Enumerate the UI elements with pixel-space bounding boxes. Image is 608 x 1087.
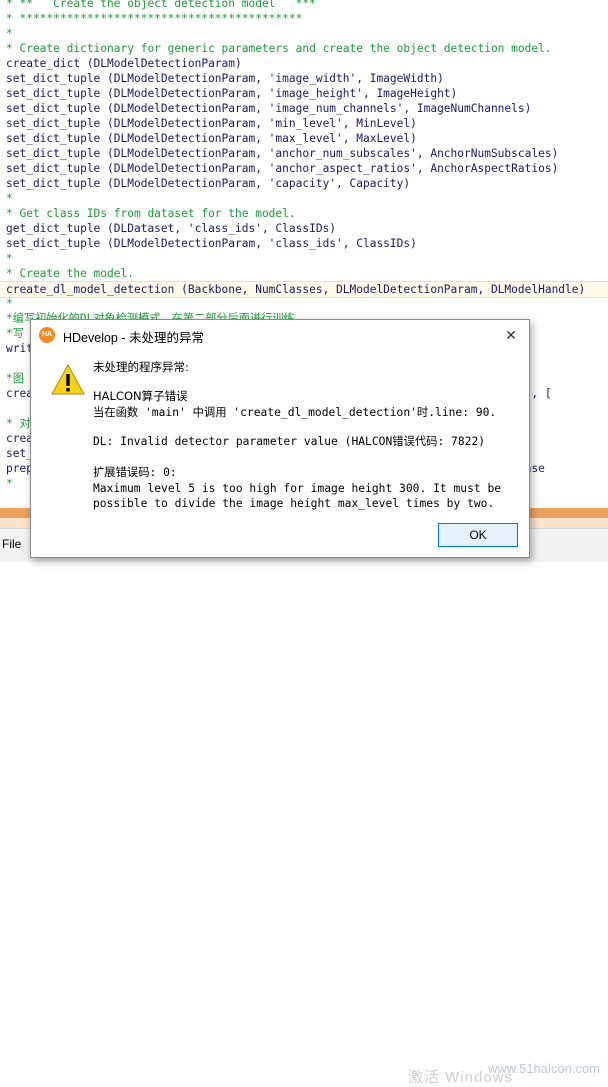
extended-message-line-1: Maximum level 5 is too high for image he…: [93, 482, 502, 495]
code-line: * Create dictionary for generic paramete…: [6, 42, 552, 55]
extended-message-line-2: possible to divide the image height max_…: [93, 497, 495, 510]
code-line: *: [6, 27, 13, 40]
code-line: set_dict_tuple (DLModelDetectionParam, '…: [6, 147, 559, 160]
site-watermark: www.51halcon.com: [488, 1061, 600, 1076]
warning-icon: [51, 364, 85, 395]
code-line: * **************************************…: [6, 12, 303, 25]
error-title: HALCON算子错误: [93, 389, 188, 403]
code-line: create_dl_model_detection (Backbone, Num…: [0, 281, 608, 298]
code-line: create_dict (DLModelDetectionParam): [6, 57, 242, 70]
ok-button[interactable]: OK: [438, 523, 518, 547]
dialog-heading: 未处理的程序异常:: [93, 360, 189, 374]
code-line: set_dict_tuple (DLModelDetectionParam, '…: [6, 237, 417, 250]
code-line: set_dict_tuple (DLModelDetectionParam, '…: [6, 177, 411, 190]
code-line: * ** Create the object detection model *…: [6, 0, 316, 10]
code-line: set_dict_tuple (DLModelDetectionParam, '…: [6, 72, 444, 85]
code-line: set_dict_tuple (DLModelDetectionParam, '…: [6, 132, 417, 145]
code-line: *: [6, 192, 13, 205]
code-line: set_: [6, 447, 33, 460]
code-line: * Create the model.: [6, 267, 134, 280]
code-line: writ: [6, 342, 33, 355]
error-location: 当在函数 'main' 中调用 'create_dl_model_detecti…: [93, 406, 497, 419]
close-button[interactable]: ✕: [493, 320, 529, 350]
code-line: *: [6, 252, 13, 265]
code-line: *图: [6, 372, 24, 385]
code-line: get_dict_tuple (DLDataset, 'class_ids', …: [6, 222, 337, 235]
code-line: *写: [6, 327, 24, 340]
code-line: * 对: [6, 417, 31, 430]
menu-item-file[interactable]: File: [2, 537, 21, 551]
code-line: crea: [6, 432, 33, 445]
hdevelop-logo-icon: HA: [39, 327, 55, 343]
code-line: *: [6, 477, 13, 490]
dialog-titlebar[interactable]: HA HDevelop - 未处理的异常 ✕: [31, 320, 529, 350]
error-detail: DL: Invalid detector parameter value (HA…: [93, 435, 486, 448]
code-line: set_dict_tuple (DLModelDetectionParam, '…: [6, 162, 559, 175]
exception-dialog: HA HDevelop - 未处理的异常 ✕ 未处理的程序异常: HALCON算…: [30, 319, 530, 558]
code-line: *: [6, 297, 13, 310]
code-line: set_dict_tuple (DLModelDetectionParam, '…: [6, 117, 417, 130]
dialog-title: HDevelop - 未处理的异常: [63, 331, 204, 345]
code-line: set_dict_tuple (DLModelDetectionParam, '…: [6, 87, 458, 100]
extended-code: 扩展错误码: 0:: [93, 466, 177, 479]
code-line: set_dict_tuple (DLModelDetectionParam, '…: [6, 102, 532, 115]
code-line: * Get class IDs from dataset for the mod…: [6, 207, 296, 220]
